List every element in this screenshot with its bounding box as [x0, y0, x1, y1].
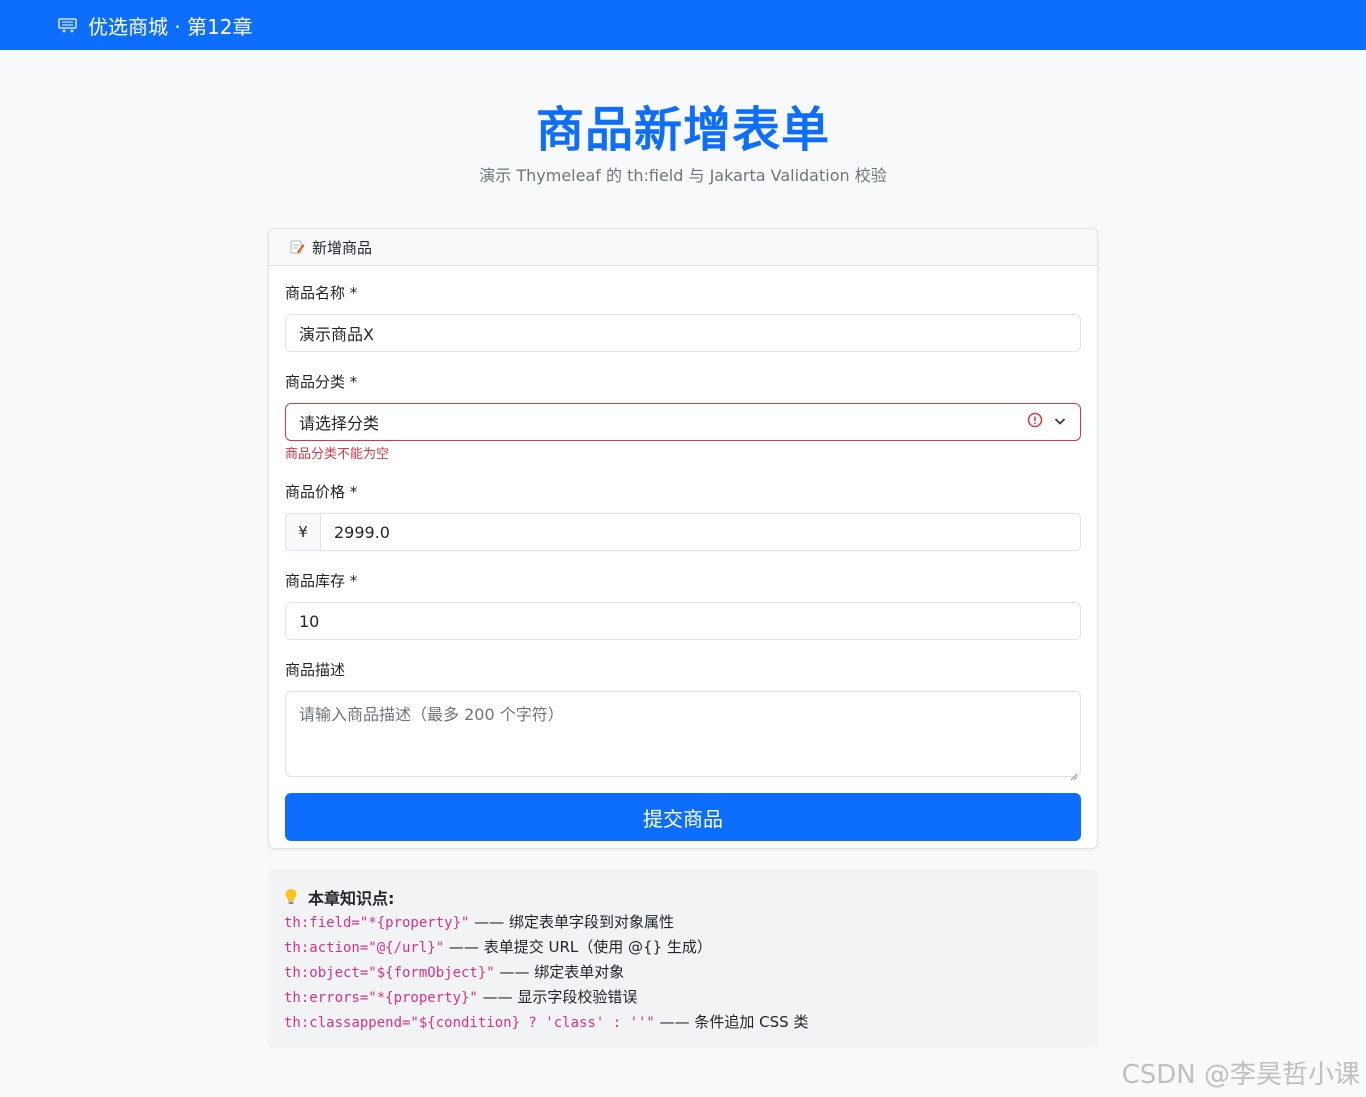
category-select[interactable]: 请选择分类 [285, 403, 1081, 441]
price-input[interactable]: 2999.0 [320, 513, 1081, 551]
stock-input[interactable]: 10 [285, 602, 1081, 640]
tip-text: —— 绑定表单对象 [494, 963, 625, 981]
top-navbar: 优选商城 · 第12章 [0, 0, 1366, 50]
tips-title-row: 本章知识点: [284, 886, 1082, 908]
category-group: 商品分类 * 请选择分类 商品分类不能为空 [285, 371, 1081, 463]
tip-item: th:errors="*{property}" —— 显示字段校验错误 [284, 985, 1082, 1010]
product-form-card: 新增商品 商品名称 * 演示商品X 商品分类 * 请选择分类 商品分类不能为空 … [268, 228, 1098, 849]
price-group: 商品价格 * ¥ 2999.0 [285, 481, 1081, 551]
chevron-down-icon [1053, 413, 1067, 432]
knowledge-points: 本章知识点: th:field="*{property}" —— 绑定表单字段到… [268, 870, 1098, 1048]
page-title: 商品新增表单 [535, 102, 830, 158]
description-textarea[interactable]: 请输入商品描述（最多 200 个字符） [285, 691, 1081, 781]
stock-group: 商品库存 * 10 [285, 570, 1081, 640]
tip-text: —— 显示字段校验错误 [477, 988, 638, 1006]
card-header-title: 新增商品 [312, 238, 373, 257]
name-group: 商品名称 * 演示商品X [285, 282, 1081, 352]
tip-code: th:action="@{/url}" [284, 940, 445, 956]
category-label: 商品分类 * [285, 373, 358, 391]
category-selected-value: 请选择分类 [299, 414, 380, 433]
brand-link[interactable]: 优选商城 · 第12章 [58, 11, 253, 40]
stock-label: 商品库存 * [285, 572, 358, 590]
select-icons [1027, 412, 1067, 432]
tip-code: th:field="*{property}" [284, 915, 470, 931]
page-header: 商品新增表单 演示 Thymeleaf 的 th:field 与 Jakarta… [0, 102, 1366, 186]
tip-text: —— 绑定表单字段到对象属性 [469, 913, 674, 931]
price-input-group: ¥ 2999.0 [285, 513, 1081, 551]
tip-text: —— 表单提交 URL（使用 @{} 生成） [444, 938, 712, 956]
tip-item: th:object="${formObject}" —— 绑定表单对象 [284, 960, 1082, 985]
tips-title: 本章知识点: [308, 889, 395, 908]
description-group: 商品描述 请输入商品描述（最多 200 个字符） [285, 659, 1081, 781]
product-form: 商品名称 * 演示商品X 商品分类 * 请选择分类 商品分类不能为空 商品价格 … [269, 266, 1097, 841]
cart-icon [58, 17, 78, 33]
resize-grip-icon[interactable] [1070, 766, 1078, 781]
tip-item: th:action="@{/url}" —— 表单提交 URL（使用 @{} 生… [284, 935, 1082, 960]
tip-text: —— 条件追加 CSS 类 [654, 1013, 809, 1031]
name-input[interactable]: 演示商品X [285, 314, 1081, 352]
error-circle-icon [1027, 412, 1043, 432]
memo-icon [289, 239, 305, 255]
page-subtitle: 演示 Thymeleaf 的 th:field 与 Jakarta Valida… [479, 166, 887, 185]
category-error: 商品分类不能为空 [285, 447, 390, 462]
name-label: 商品名称 * [285, 284, 358, 302]
submit-button[interactable]: 提交商品 [285, 793, 1081, 841]
watermark: CSDN @李昊哲小课 [1121, 1060, 1360, 1090]
description-label: 商品描述 [285, 661, 346, 679]
tip-code: th:object="${formObject}" [284, 965, 495, 981]
tip-code: th:errors="*{property}" [284, 990, 478, 1006]
brand-text: 优选商城 · 第12章 [88, 14, 253, 39]
tip-item: th:field="*{property}" —— 绑定表单字段到对象属性 [284, 910, 1082, 935]
description-placeholder: 请输入商品描述（最多 200 个字符） [299, 705, 564, 724]
lightbulb-icon [284, 888, 298, 906]
currency-prefix: ¥ [285, 513, 320, 551]
tip-code: th:classappend="${condition} ? 'class' :… [284, 1015, 655, 1031]
tip-item: th:classappend="${condition} ? 'class' :… [284, 1010, 1082, 1035]
price-label: 商品价格 * [285, 483, 358, 501]
card-header: 新增商品 [269, 229, 1097, 266]
